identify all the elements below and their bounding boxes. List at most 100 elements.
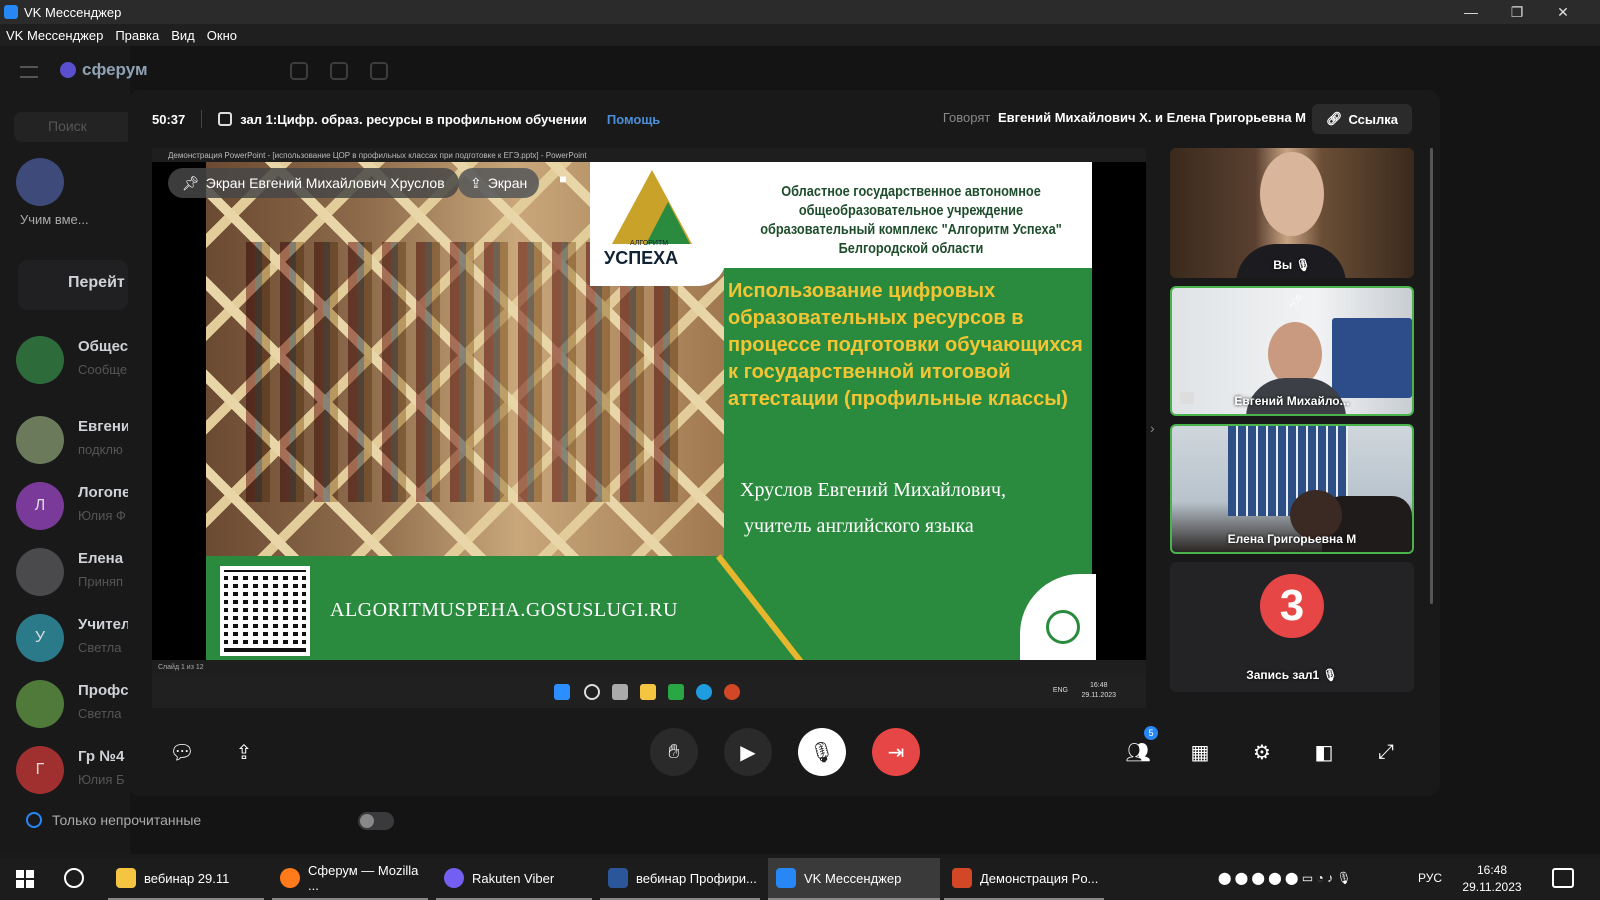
chat-preview: подклю: [78, 442, 123, 457]
slide-author: Хруслов Евгений Михайлович, учитель англ…: [740, 472, 1006, 544]
hamburger-icon[interactable]: [20, 66, 38, 78]
community-item[interactable]: Учим вме...: [16, 154, 136, 227]
screen-chip[interactable]: ⇪ Экран: [458, 168, 540, 198]
pin-icon: 📌︎: [182, 174, 200, 191]
raise-hand-button[interactable]: ✋︎: [650, 728, 698, 776]
tiles-scrollbar[interactable]: [1430, 148, 1433, 604]
start-tile: [26, 870, 34, 878]
archive-icon[interactable]: [330, 62, 348, 80]
windows-taskbar: вебинар 29.11 Сферум — Mozilla ... Rakut…: [0, 858, 1600, 900]
chat-item[interactable]: Елена I Приняп: [16, 544, 136, 600]
powerpoint-icon: [952, 868, 972, 888]
taskview-icon: [612, 684, 628, 700]
camera-button[interactable]: ▶: [724, 728, 772, 776]
participant-tile[interactable]: 📌︎ Евгений Михайло...: [1170, 286, 1414, 416]
taskbar-item-folder[interactable]: вебинар 29.11: [108, 858, 264, 900]
tray-lang[interactable]: РУС: [1418, 871, 1442, 885]
leave-call-button[interactable]: ⇥: [872, 728, 920, 776]
os-lang: ENG: [1052, 687, 1068, 694]
chat-button[interactable]: 💬︎: [158, 728, 206, 776]
participant-tile[interactable]: Вы 🎙︎: [1170, 148, 1414, 278]
menu-edit[interactable]: Правка: [115, 28, 159, 43]
word-icon: [608, 868, 628, 888]
participant-name-text: Вы: [1273, 258, 1293, 272]
taskbar-item-viber[interactable]: Rakuten Viber: [436, 858, 592, 900]
taskbar-clock[interactable]: 16:48 29.11.2023: [1456, 862, 1528, 896]
chat-preview: Приняп: [78, 574, 124, 589]
fullscreen-button[interactable]: ⤢: [1362, 728, 1410, 776]
taskbar-item-word[interactable]: вебинар Профири...: [600, 858, 760, 900]
maximize-button[interactable]: ❐: [1494, 0, 1540, 24]
exit-icon: ⇥: [887, 741, 905, 764]
gear-icon: ⚙: [1253, 741, 1271, 764]
pinned-screen-chip[interactable]: 📌︎ Экран Евгений Михайлович Хруслов: [168, 168, 459, 198]
pin-icon[interactable]: 📌︎: [1288, 294, 1303, 308]
taskbar-item-label: VK Мессенджер: [804, 870, 902, 886]
help-link[interactable]: Помощь: [607, 112, 660, 127]
divider: [201, 110, 203, 128]
chat-name: Профс: [78, 682, 129, 699]
unread-toggle[interactable]: [358, 812, 394, 830]
participant-name-text: Запись зал1: [1246, 668, 1320, 682]
room-title: зал 1:Цифр. образ. ресурсы в профильном …: [240, 111, 587, 127]
participant-tile[interactable]: Елена Григорьевна М: [1170, 424, 1414, 554]
taskbar-item-label: Rakuten Viber: [472, 870, 555, 886]
chat-name: Учител: [78, 616, 131, 633]
chat-item[interactable]: Профс Светла: [16, 676, 136, 732]
chat-bubble-icon: 💬︎: [169, 741, 195, 764]
menu-vk[interactable]: VK Мессенджер: [6, 28, 103, 43]
brand-name: сферум: [82, 60, 148, 79]
compose-icon[interactable]: [370, 62, 388, 80]
settings-button[interactable]: ⚙: [1238, 728, 1286, 776]
chat-search-input[interactable]: Поиск: [14, 112, 134, 142]
taskbar-item-firefox[interactable]: Сферум — Mozilla ...: [272, 858, 428, 900]
microphone-button[interactable]: 🎙︎: [798, 728, 846, 776]
chat-item[interactable]: Л Логопе Юлия Ф: [16, 478, 136, 534]
ppt-statusbar: Слайд 1 из 12: [152, 660, 1146, 676]
call-timer: 50:37: [152, 111, 186, 127]
mic-off-icon: 🎙︎: [809, 741, 835, 764]
taskbar-item-label: Сферум — Mozilla ...: [308, 863, 419, 893]
taskbar-item-label: вебинар 29.11: [144, 870, 230, 886]
speaking-indicator: Говорят Евгений Михайлович Х. и Елена Гр…: [943, 110, 1306, 125]
notification-icon[interactable]: [1552, 868, 1574, 888]
folder-icon: [116, 868, 136, 888]
camera-icon[interactable]: ■: [552, 172, 574, 194]
windows-start-button[interactable]: [16, 870, 34, 888]
share-screen-button[interactable]: ⇪: [220, 728, 268, 776]
tray-icons[interactable]: ⬤ ⬤ ⬤ ⬤ ⬤ ▭ ◔ ♪ 🎙︎: [1218, 871, 1352, 885]
menu-window[interactable]: Окно: [207, 28, 237, 43]
participant-tile[interactable]: 3 Запись зал1 🎙︎: [1170, 562, 1414, 692]
goto-banner[interactable]: Перейт: [18, 260, 128, 310]
chevron-right-icon[interactable]: ›: [1150, 420, 1155, 436]
slide-url: ALGORITMUSPEHA.GOSUSLUGI.RU: [330, 599, 678, 621]
grid-view-button[interactable]: ▦: [1176, 728, 1224, 776]
speaking-names: Евгений Михайлович Х. и Елена Григорьевн…: [997, 110, 1306, 125]
taskbar-search-icon[interactable]: [64, 868, 84, 888]
chat-item[interactable]: Г Гр №4 Юлия Б: [16, 742, 136, 798]
close-button[interactable]: ✕: [1540, 0, 1586, 24]
chat-name: Евгени: [78, 418, 131, 435]
chat-item[interactable]: Евгени подклю: [16, 412, 136, 468]
chat-item[interactable]: Общес Сообще: [16, 332, 136, 388]
edge-icon: [696, 684, 712, 700]
link-button[interactable]: 🔗︎ Ссылка: [1311, 104, 1412, 134]
menu-bar: VK Мессенджер Правка Вид Окно: [0, 24, 1600, 46]
taskbar-time: 16:48: [1476, 863, 1508, 877]
slide-title: Использование цифровых образовательных р…: [728, 280, 1083, 410]
link-icon: 🔗︎: [1325, 111, 1343, 126]
screen-share[interactable]: Демонстрация PowerPoint - [использование…: [152, 148, 1146, 708]
participants-button[interactable]: 👥︎ 5: [1114, 726, 1162, 776]
minimize-button[interactable]: —: [1448, 0, 1494, 24]
taskbar-item-vk[interactable]: VK Мессенджер: [768, 858, 940, 900]
windows-start-icon: [554, 684, 570, 700]
layout-icon: ◧: [1314, 741, 1334, 764]
avatar: [16, 680, 64, 728]
call-add-icon[interactable]: [290, 62, 308, 80]
chat-name: Елена I: [78, 550, 132, 567]
taskbar-item-powerpoint[interactable]: Демонстрация Po...: [944, 858, 1104, 900]
upload-icon: ⇪: [235, 741, 253, 764]
menu-view[interactable]: Вид: [171, 28, 195, 43]
chat-item[interactable]: У Учител Светла: [16, 610, 136, 666]
layout-button[interactable]: ◧: [1300, 728, 1348, 776]
